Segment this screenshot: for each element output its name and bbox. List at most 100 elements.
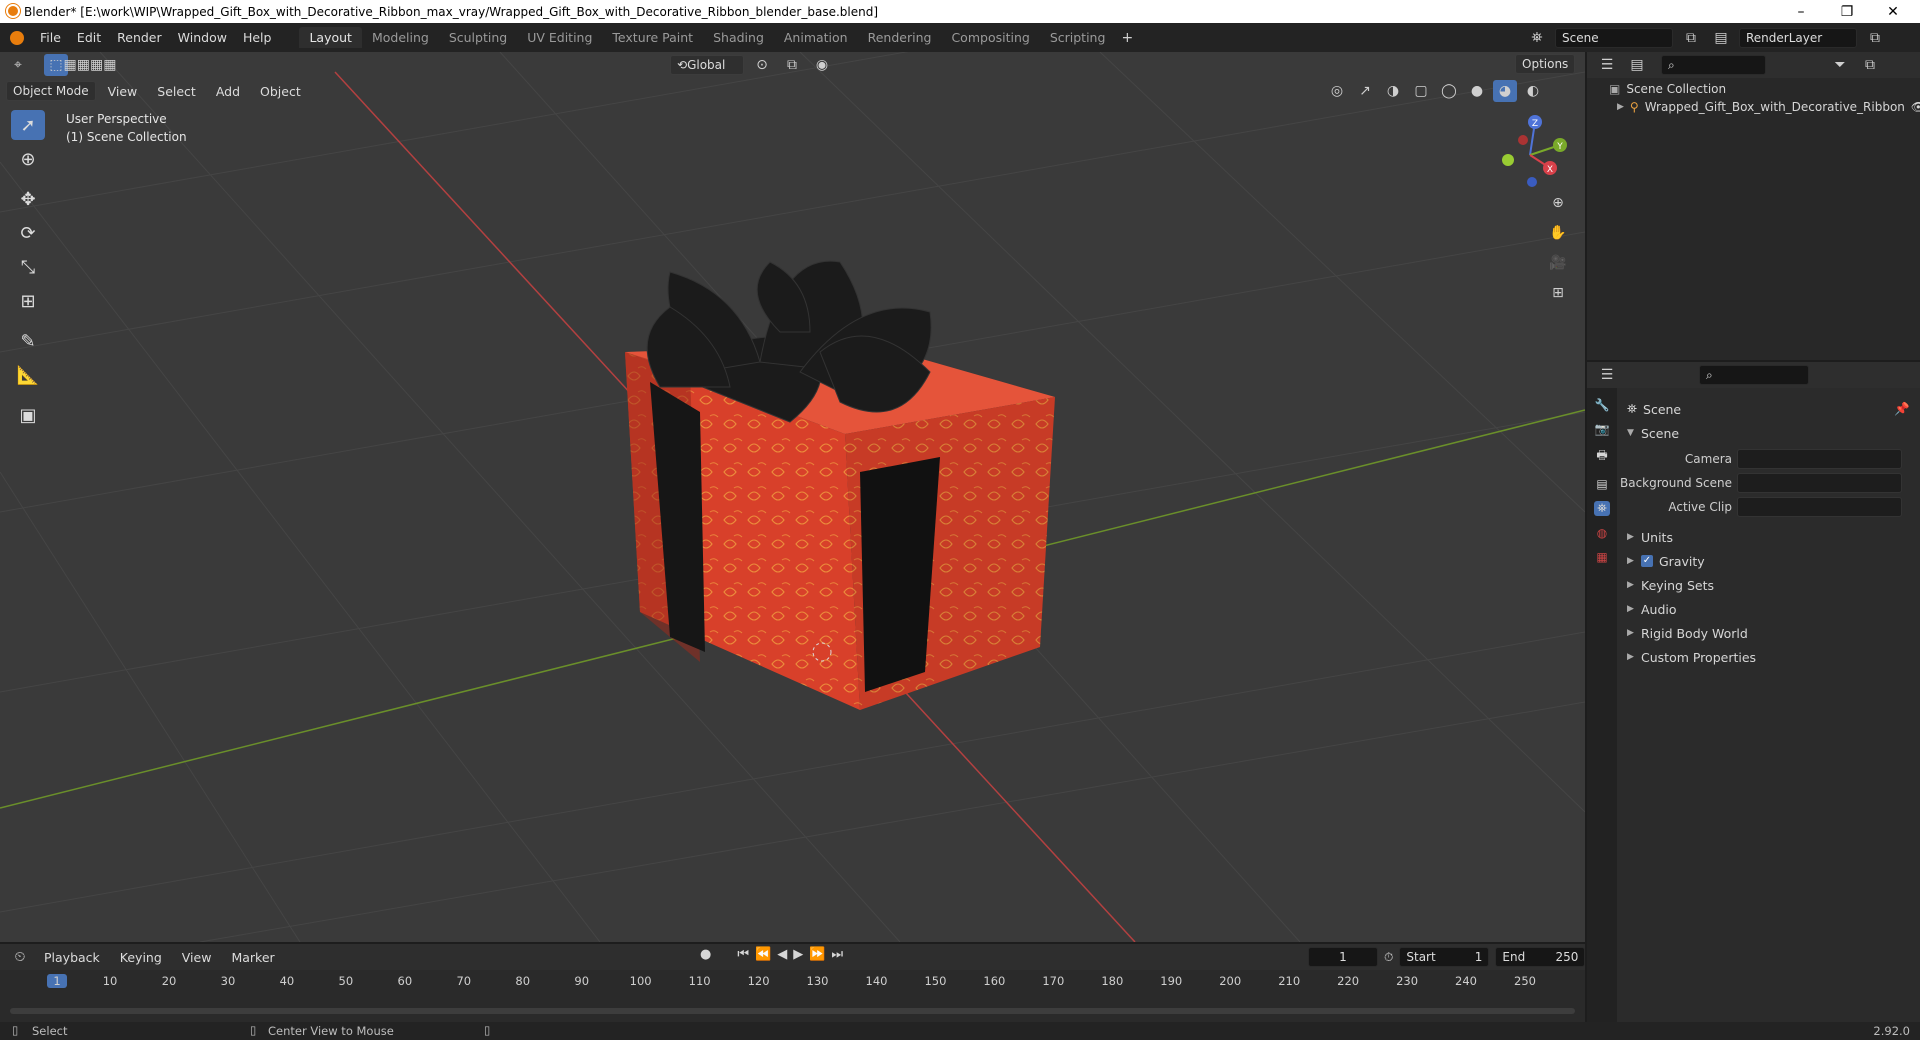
new-layer-icon[interactable]: ⧉ bbox=[1863, 27, 1887, 49]
minimize-button[interactable]: – bbox=[1778, 0, 1824, 23]
camera-field[interactable] bbox=[1737, 449, 1902, 469]
gravity-checkbox[interactable]: ✓ bbox=[1641, 555, 1653, 567]
rendered-shading-icon[interactable]: ◐ bbox=[1521, 80, 1545, 102]
jump-end-icon[interactable]: ⏭ bbox=[831, 947, 843, 962]
scene-field[interactable]: Scene bbox=[1555, 28, 1673, 48]
prev-keyframe-icon[interactable]: ⏪ bbox=[755, 947, 771, 962]
solid-shading-icon[interactable]: ● bbox=[1465, 80, 1489, 102]
menu-edit[interactable]: Edit bbox=[69, 30, 109, 45]
next-keyframe-icon[interactable]: ⏩ bbox=[809, 947, 825, 962]
scene-tab-icon[interactable]: ⛯ bbox=[1594, 501, 1610, 516]
rotate-tool-icon[interactable]: ⟳ bbox=[11, 218, 45, 248]
end-frame-field[interactable]: End 250 bbox=[1495, 947, 1586, 967]
custom-properties-panel[interactable]: ▶ Custom Properties bbox=[1627, 646, 1910, 668]
orientation-dropdown[interactable]: ⟲ Global bbox=[670, 55, 744, 75]
timeline-menu-marker[interactable]: Marker bbox=[223, 950, 282, 965]
properties-search-input[interactable]: ⌕ bbox=[1699, 365, 1809, 385]
display-mode-icon[interactable]: ▤ bbox=[1625, 54, 1649, 76]
select-mode-icons[interactable]: ▦▦▦▦ bbox=[64, 54, 117, 76]
view-layer-icon[interactable]: ▤ bbox=[1709, 27, 1733, 49]
timeline-menu-view[interactable]: View bbox=[174, 950, 220, 965]
blender-menu-icon[interactable] bbox=[10, 30, 24, 45]
outliner-editor-icon[interactable]: ☰ bbox=[1595, 54, 1619, 76]
wireframe-shading-icon[interactable]: ◯ bbox=[1437, 80, 1461, 102]
new-collection-icon[interactable]: ⧉ bbox=[1858, 54, 1882, 76]
units-panel[interactable]: ▶ Units bbox=[1627, 526, 1910, 548]
add-workspace-icon[interactable]: + bbox=[1115, 27, 1139, 49]
tab-shading[interactable]: Shading bbox=[703, 27, 774, 48]
eye-icon[interactable]: 👁 bbox=[1911, 100, 1920, 114]
gift-box-object[interactable] bbox=[625, 260, 1055, 710]
current-frame-field[interactable]: 1 bbox=[1308, 947, 1378, 967]
keying-sets-panel[interactable]: ▶ Keying Sets bbox=[1627, 574, 1910, 596]
viewport-menu-object[interactable]: Object bbox=[252, 84, 309, 99]
material-shading-icon[interactable]: ◕ bbox=[1493, 80, 1517, 102]
proportional-edit-icon[interactable]: ◉ bbox=[810, 54, 834, 76]
select-tool-icon[interactable]: ➚ bbox=[11, 110, 45, 140]
outliner-search-input[interactable]: ⌕ bbox=[1661, 55, 1766, 75]
viewport-menu-view[interactable]: View bbox=[100, 84, 146, 99]
output-tab-icon[interactable]: 🖶 bbox=[1596, 446, 1607, 467]
perspective-grid-icon[interactable]: ⊞ bbox=[1546, 282, 1570, 304]
scale-tool-icon[interactable]: ⤡ bbox=[11, 252, 45, 282]
timeline-scrollbar[interactable] bbox=[10, 1008, 1575, 1014]
snap-icon[interactable]: ⧉ bbox=[780, 54, 804, 76]
render-tab-icon[interactable]: 📷 bbox=[1595, 422, 1610, 436]
tab-uv-editing[interactable]: UV Editing bbox=[517, 27, 602, 48]
options-button[interactable]: Options bbox=[1515, 54, 1576, 74]
mode-dropdown[interactable]: Object Mode bbox=[6, 81, 96, 101]
pan-hand-icon[interactable]: ✋ bbox=[1546, 222, 1570, 244]
editor-type-icon[interactable]: ⌖ bbox=[6, 54, 30, 76]
tab-animation[interactable]: Animation bbox=[774, 27, 858, 48]
view-layer-tab-icon[interactable]: ▤ bbox=[1596, 477, 1607, 491]
navigation-gizmo[interactable]: Z Y X bbox=[1490, 110, 1570, 190]
rigid-body-world-panel[interactable]: ▶ Rigid Body World bbox=[1627, 622, 1910, 644]
transform-tool-icon[interactable]: ⊞ bbox=[11, 286, 45, 316]
timeline-editor-icon[interactable]: ⏲ bbox=[8, 946, 32, 968]
new-scene-icon[interactable]: ⧉ bbox=[1679, 27, 1703, 49]
restore-button[interactable]: ❐ bbox=[1824, 0, 1870, 23]
menu-file[interactable]: File bbox=[32, 30, 69, 45]
start-frame-field[interactable]: Start 1 bbox=[1399, 947, 1490, 967]
audio-panel[interactable]: ▶ Audio bbox=[1627, 598, 1910, 620]
close-button[interactable]: ✕ bbox=[1870, 0, 1916, 23]
properties-editor-icon[interactable]: ☰ bbox=[1595, 364, 1619, 386]
record-icon[interactable]: ● bbox=[700, 947, 711, 962]
viewport-menu-select[interactable]: Select bbox=[149, 84, 204, 99]
pin-icon[interactable]: 📌 bbox=[1894, 401, 1910, 417]
move-tool-icon[interactable]: ✥ bbox=[11, 184, 45, 214]
scene-collection-label[interactable]: Scene Collection bbox=[1626, 82, 1726, 96]
frame-ruler[interactable]: 1 10 20 30 40 50 60 70 80 90 100 110 120 130 140 150 160… bbox=[0, 970, 1585, 994]
active-clip-field[interactable] bbox=[1737, 497, 1902, 517]
outliner-item-gift[interactable]: Wrapped_Gift_Box_with_Decorative_Ribbon bbox=[1645, 100, 1905, 114]
tab-texture-paint[interactable]: Texture Paint bbox=[602, 27, 703, 48]
timeline-menu-playback[interactable]: Playback bbox=[36, 950, 108, 965]
play-icon[interactable]: ▶ bbox=[793, 947, 803, 962]
menu-window[interactable]: Window bbox=[170, 30, 235, 45]
menu-help[interactable]: Help bbox=[235, 30, 280, 45]
jump-start-icon[interactable]: ⏮ bbox=[737, 947, 749, 962]
zoom-icon[interactable]: ⊕ bbox=[1546, 192, 1570, 214]
filter-icon[interactable]: ⏷ bbox=[1828, 54, 1852, 76]
scene-selector-icon[interactable]: ⛯ bbox=[1525, 27, 1549, 49]
tool-tab-icon[interactable]: 🔧 bbox=[1595, 398, 1610, 412]
gizmo-toggle-icon[interactable]: ↗ bbox=[1353, 80, 1377, 102]
world-tab-icon[interactable]: ◍ bbox=[1597, 526, 1607, 540]
visibility-icon[interactable]: ◎ bbox=[1325, 80, 1349, 102]
xray-icon[interactable]: ▢ bbox=[1409, 80, 1433, 102]
tab-sculpting[interactable]: Sculpting bbox=[439, 27, 517, 48]
texture-tab-icon[interactable]: ▦ bbox=[1596, 550, 1607, 564]
background-scene-field[interactable] bbox=[1737, 473, 1902, 493]
measure-tool-icon[interactable]: 📐 bbox=[11, 360, 45, 390]
tab-layout[interactable]: Layout bbox=[299, 27, 362, 48]
tab-scripting[interactable]: Scripting bbox=[1040, 27, 1116, 48]
tab-compositing[interactable]: Compositing bbox=[941, 27, 1039, 48]
gravity-panel[interactable]: ▶ ✓ Gravity bbox=[1627, 550, 1910, 572]
3d-viewport[interactable]: ⌖ ⬚ ▦▦▦▦ ⟲ Global ⊙ ⧉ ◉ Options Object M… bbox=[0, 52, 1585, 942]
add-cube-tool-icon[interactable]: ▣ bbox=[11, 400, 45, 430]
timeline-menu-keying[interactable]: Keying bbox=[112, 950, 170, 965]
menu-render[interactable]: Render bbox=[109, 30, 170, 45]
expand-arrow-icon[interactable]: ▶ bbox=[1617, 102, 1624, 112]
tab-modeling[interactable]: Modeling bbox=[362, 27, 439, 48]
play-reverse-icon[interactable]: ◀ bbox=[777, 947, 787, 962]
